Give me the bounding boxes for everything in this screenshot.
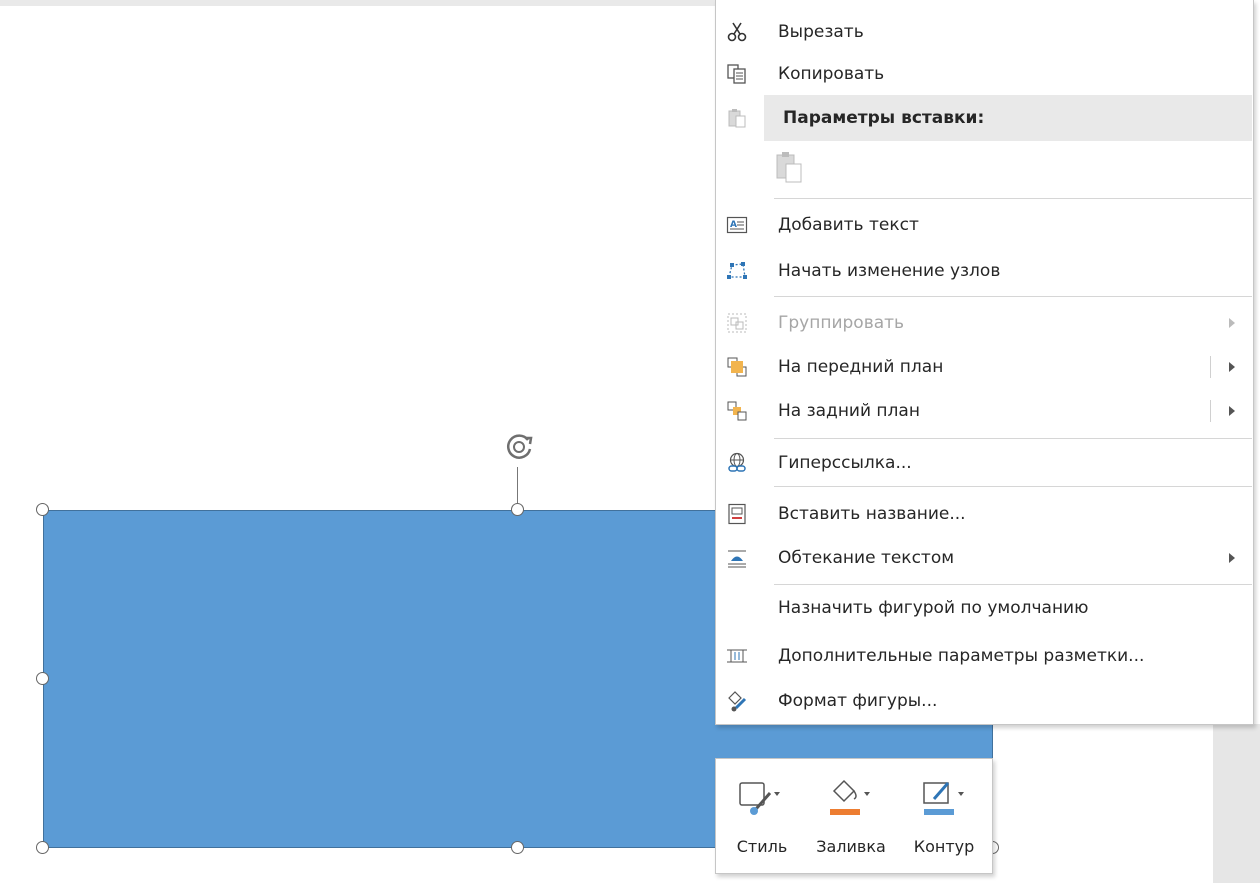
scissors-icon bbox=[727, 22, 747, 42]
resize-handle-middle-left[interactable] bbox=[36, 672, 49, 685]
format-shape-icon bbox=[728, 691, 747, 712]
paste-options-label: Параметры вставки: bbox=[783, 108, 985, 128]
menu-item-label: Формат фигуры... bbox=[778, 691, 938, 711]
menu-item-set-default-shape[interactable]: Назначить фигурой по умолчанию bbox=[716, 588, 1253, 628]
resize-handle-bottom-left[interactable] bbox=[36, 841, 49, 854]
menu-item-hyperlink[interactable]: Гиперссылка... bbox=[716, 443, 1253, 483]
submenu-arrow-icon bbox=[1229, 553, 1235, 563]
outline-button-label: Контур bbox=[913, 837, 975, 856]
document-top-edge bbox=[0, 0, 715, 6]
submenu-arrow-icon bbox=[1229, 318, 1235, 328]
outline-button[interactable]: Контур bbox=[904, 767, 984, 867]
add-text-icon: A bbox=[726, 216, 748, 234]
menu-item-label: Вырезать bbox=[778, 22, 864, 42]
menu-item-label: Дополнительные параметры разметки... bbox=[778, 646, 1145, 666]
menu-item-wrap-text[interactable]: Обтекание текстом bbox=[716, 538, 1253, 578]
menu-item-label: Группировать bbox=[778, 313, 905, 333]
insert-caption-icon bbox=[728, 503, 746, 525]
menu-item-edit-points[interactable]: Начать изменение узлов bbox=[716, 251, 1253, 291]
menu-separator bbox=[774, 584, 1252, 585]
fill-button-label: Заливка bbox=[816, 837, 886, 856]
resize-handle-top-middle[interactable] bbox=[511, 503, 524, 516]
menu-item-format-shape[interactable]: Формат фигуры... bbox=[716, 681, 1253, 721]
menu-item-send-backward[interactable]: На задний план bbox=[716, 391, 1253, 431]
send-backward-icon bbox=[727, 401, 747, 421]
menu-item-label: Гиперссылка... bbox=[778, 453, 912, 473]
context-menu: Вырезать Копировать Параметры вставки: A… bbox=[715, 0, 1254, 725]
copy-icon bbox=[727, 64, 746, 84]
menu-separator bbox=[774, 486, 1252, 487]
outline-pen-icon bbox=[923, 782, 964, 815]
split-separator bbox=[1210, 400, 1211, 422]
menu-item-label: Вставить название... bbox=[778, 504, 966, 524]
resize-handle-bottom-middle[interactable] bbox=[511, 841, 524, 854]
menu-item-label: Обтекание текстом bbox=[778, 548, 955, 568]
paste-keep-formatting-icon[interactable] bbox=[774, 150, 804, 184]
paste-icon bbox=[728, 109, 746, 128]
menu-item-insert-caption[interactable]: Вставить название... bbox=[716, 494, 1253, 534]
menu-item-group[interactable]: Группировать bbox=[716, 303, 1253, 343]
paste-options-header: Параметры вставки: bbox=[764, 95, 1252, 141]
submenu-arrow-icon[interactable] bbox=[1229, 406, 1235, 416]
menu-item-copy[interactable]: Копировать bbox=[716, 54, 1253, 94]
fill-bucket-icon bbox=[830, 779, 870, 815]
shape-style-icon bbox=[739, 782, 780, 815]
menu-separator bbox=[774, 438, 1252, 439]
menu-item-label: Начать изменение узлов bbox=[778, 261, 1001, 281]
edit-points-icon bbox=[727, 262, 747, 279]
menu-item-label: На передний план bbox=[778, 357, 944, 377]
wrap-text-icon bbox=[728, 550, 746, 568]
menu-item-label: На задний план bbox=[778, 401, 920, 421]
menu-item-add-text[interactable]: A Добавить текст bbox=[716, 205, 1253, 245]
submenu-arrow-icon[interactable] bbox=[1229, 362, 1235, 372]
group-icon bbox=[727, 313, 747, 333]
hyperlink-icon bbox=[728, 452, 746, 472]
resize-handle-top-left[interactable] bbox=[36, 503, 49, 516]
menu-item-label: Добавить текст bbox=[778, 215, 919, 235]
scrollbar-track[interactable] bbox=[1213, 724, 1260, 883]
rotate-handle-icon[interactable] bbox=[500, 428, 538, 466]
layout-options-icon bbox=[727, 649, 747, 663]
menu-item-bring-forward[interactable]: На передний план bbox=[716, 347, 1253, 387]
fill-button[interactable]: Заливка bbox=[806, 767, 896, 867]
menu-item-cut[interactable]: Вырезать bbox=[716, 12, 1253, 52]
style-button-label: Стиль bbox=[736, 837, 788, 856]
mini-toolbar: Стиль Заливка Контур bbox=[715, 758, 993, 874]
menu-item-more-layout-options[interactable]: Дополнительные параметры разметки... bbox=[716, 636, 1253, 676]
split-separator bbox=[1210, 356, 1211, 378]
menu-item-label: Копировать bbox=[778, 64, 885, 84]
bring-forward-icon bbox=[727, 357, 747, 377]
style-button[interactable]: Стиль bbox=[726, 767, 798, 867]
menu-separator bbox=[774, 296, 1252, 297]
menu-item-label: Назначить фигурой по умолчанию bbox=[778, 598, 1089, 618]
menu-separator bbox=[774, 198, 1252, 199]
